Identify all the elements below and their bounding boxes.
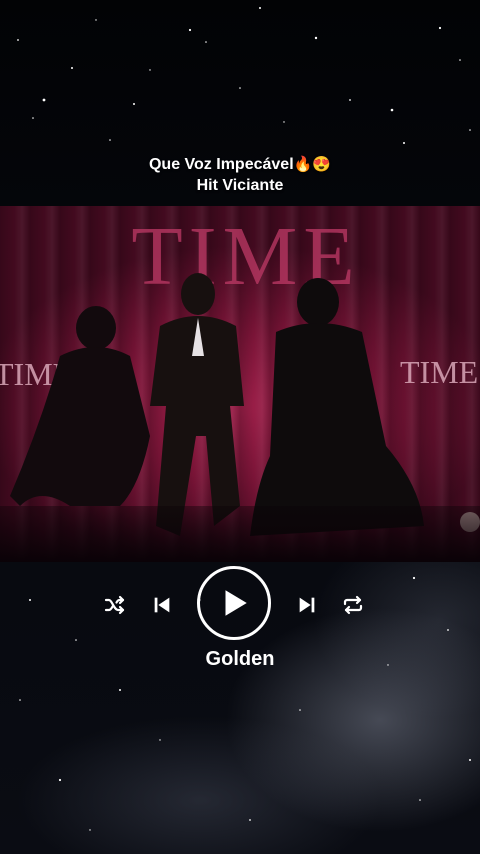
play-button[interactable] (197, 566, 271, 640)
caption-text: Que Voz Impecável (148, 156, 294, 173)
shuffle-icon (104, 595, 125, 615)
previous-icon (154, 597, 170, 613)
play-icon (225, 590, 247, 616)
next-icon (299, 597, 315, 613)
music-player-controls (0, 566, 480, 646)
caption-line-1: Que Voz Impecável🔥😍 (0, 154, 480, 175)
repeat-icon (343, 595, 363, 615)
previous-button[interactable] (149, 592, 175, 618)
shuffle-button[interactable] (102, 592, 128, 618)
caption-line-2: Hit Viciante (196, 177, 284, 194)
next-button[interactable] (294, 592, 320, 618)
video-caption: Que Voz Impecável🔥😍 Hit Viciante (0, 154, 480, 196)
video-frame[interactable]: TIME TIME TIME (0, 206, 480, 562)
song-title: Golden (205, 648, 275, 670)
fire-heart-eyes-emoji: 🔥😍 (293, 156, 331, 173)
audience-foreground (0, 506, 480, 562)
repeat-button[interactable] (340, 592, 366, 618)
